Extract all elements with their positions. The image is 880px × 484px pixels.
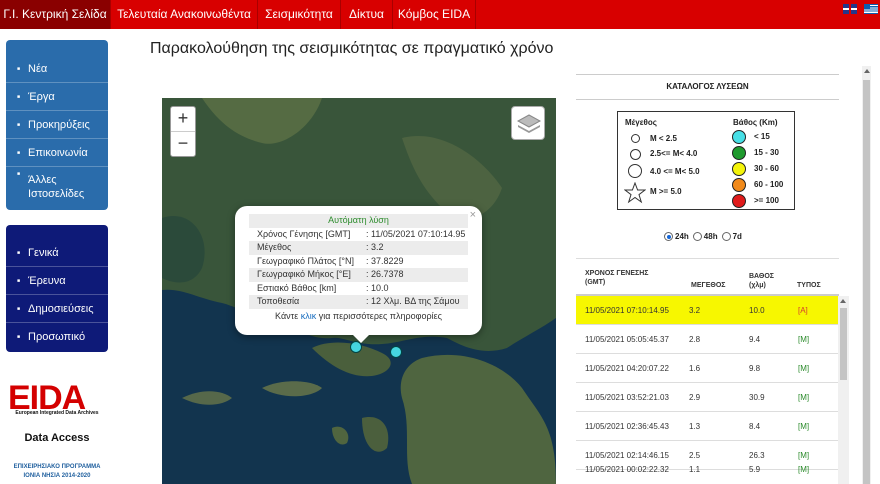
tab-seismicity[interactable]: Σεισμικότητα	[258, 0, 341, 29]
period-48h-radio[interactable]: 48h	[692, 232, 718, 241]
legend-mag-label: 4.0 <= M< 5.0	[650, 167, 700, 176]
table-row[interactable]: 11/05/2021 07:10:14.95 3.2 10.0 [A]	[576, 296, 838, 325]
tab-home[interactable]: Γ.Ι. Κεντρική Σελίδα	[0, 0, 111, 29]
magnitude-small-icon	[631, 134, 640, 143]
scroll-up-icon[interactable]	[840, 299, 846, 303]
legend-depth-label: < 15	[754, 132, 770, 141]
radio-button[interactable]	[721, 232, 731, 241]
table-row[interactable]: 11/05/2021 03:52:21.03 2.9 30.9 [M]	[576, 383, 838, 412]
radio-button[interactable]	[664, 232, 673, 241]
legend-depth-header: Βάθος (Km)	[733, 118, 778, 127]
tab-announcements[interactable]: Τελευταία Ανακοινωθέντα	[111, 0, 258, 29]
event-marker[interactable]	[390, 346, 402, 358]
zoom-out-button[interactable]: −	[171, 132, 195, 157]
popup-row: Χρόνος Γένησης [GMT]: 11/05/2021 07:10:1…	[257, 228, 466, 239]
header-type[interactable]: ΤΥΠΟΣ	[797, 281, 821, 290]
popup-row: Εστιακό Βάθος [km]: 10.0	[257, 282, 389, 293]
table-scrollbar[interactable]	[838, 296, 849, 484]
sidebar-item-publications[interactable]: Δημοσιεύσεις	[6, 295, 108, 323]
popup-click-link[interactable]: κλικ	[301, 311, 317, 321]
period-selector: 24h 48h 7d	[664, 232, 746, 241]
greek-flag-icon[interactable]	[864, 4, 878, 14]
popup-title: Αυτόματη λύση	[249, 214, 468, 228]
header-depth[interactable]: ΒΑΘΟΣ (χλμ)	[749, 272, 783, 290]
popup-row: Μέγεθος: 3.2	[249, 241, 468, 255]
catalog-table-header: ΧΡΟΝΟΣ ΓΕΝΕΣΗΣ (GMT) ΜΕΓΕΘΟΣ ΒΑΘΟΣ (χλμ)…	[576, 258, 839, 296]
data-access-link[interactable]: Data Access	[6, 432, 108, 444]
period-24h-radio[interactable]: 24h	[664, 232, 689, 241]
star-icon	[624, 182, 646, 204]
legend-depth-label: >= 100	[754, 196, 779, 205]
depth-color-icon	[732, 178, 746, 192]
legend-depth-label: 15 - 30	[754, 148, 779, 157]
eida-subtitle: European Integrated Data Archives	[15, 410, 99, 416]
popup-row: Γεωγραφικό Πλάτος [°N]: 37.8229	[257, 255, 404, 266]
header-origin-time[interactable]: ΧΡΟΝΟΣ ΓΕΝΕΣΗΣ (GMT)	[585, 269, 667, 287]
catalog-title: ΚΑΤΑΛΟΓΟΣ ΛΥΣΕΩΝ	[576, 74, 839, 100]
sidebar-item-general[interactable]: Γενικά	[6, 239, 108, 267]
top-navigation: Γ.Ι. Κεντρική Σελίδα Τελευταία Ανακοινωθ…	[0, 0, 880, 29]
sidebar-menu-primary: Νέα Έργα Προκηρύξεις Επικοινωνία Άλλες Ι…	[6, 40, 108, 210]
magnitude-medium-icon	[630, 149, 641, 160]
legend-depth-label: 30 - 60	[754, 164, 779, 173]
popup-row: Γεωγραφικό Μήκος [°E]: 26.7378	[249, 268, 468, 282]
legend-mag-label: 2.5<= M< 4.0	[650, 149, 698, 158]
sidebar-item-other-sites[interactable]: Άλλες Ιστοσελίδες	[6, 167, 108, 207]
sidebar-menu-secondary: Γενικά Έρευνα Δημοσιεύσεις Προσωπικό	[6, 225, 108, 352]
sidebar-item-research[interactable]: Έρευνα	[6, 267, 108, 295]
tab-networks[interactable]: Δίκτυα	[341, 0, 393, 29]
depth-color-icon	[732, 130, 746, 144]
sidebar-item-staff[interactable]: Προσωπικό	[6, 323, 108, 351]
popup-row: Τοποθεσία: 12 Χλμ. ΒΔ της Σάμου	[249, 295, 468, 309]
program-label: ΕΠΙΧΕΙΡΗΣΙΑΚΟ ΠΡΟΓΡΑΜΜΑ	[13, 464, 101, 470]
legend-depth-label: 60 - 100	[754, 180, 784, 189]
sidebar-item-news[interactable]: Νέα	[6, 55, 108, 83]
header-magnitude[interactable]: ΜΕΓΕΘΟΣ	[691, 281, 725, 290]
magnitude-large-icon	[628, 164, 642, 178]
zoom-control: + −	[170, 106, 196, 157]
table-row[interactable]: 11/05/2021 04:20:07.22 1.6 9.8 [M]	[576, 354, 838, 383]
legend-box: Μέγεθος Βάθος (Km) M < 2.5 2.5<= M< 4.0 …	[617, 111, 795, 210]
program-region: ΙΟΝΙΑ ΝΗΣΙΑ 2014-2020	[23, 473, 91, 479]
table-row[interactable]: 11/05/2021 02:36:45.43 1.3 8.4 [M]	[576, 412, 838, 441]
table-row[interactable]: 11/05/2021 05:05:45.37 2.8 9.4 [M]	[576, 325, 838, 354]
sidebar-item-calls[interactable]: Προκηρύξεις	[6, 111, 108, 139]
tab-eida-node[interactable]: Κόμβος EIDA	[393, 0, 476, 29]
table-scrollbar-thumb[interactable]	[840, 308, 847, 380]
period-7d-radio[interactable]: 7d	[721, 232, 742, 241]
page-scrollbar[interactable]	[862, 66, 871, 484]
page-title: Παρακολούθηση της σεισμικότητας σε πραγμ…	[150, 40, 554, 57]
legend-mag-label: M < 2.5	[650, 134, 677, 143]
sidebar-item-contact[interactable]: Επικοινωνία	[6, 139, 108, 167]
legend-mag-label: M >= 5.0	[650, 187, 682, 196]
page-scrollbar-thumb[interactable]	[863, 80, 870, 484]
layers-icon	[516, 114, 542, 133]
zoom-in-button[interactable]: +	[171, 107, 195, 132]
scroll-up-icon[interactable]	[863, 69, 870, 73]
seismicity-map[interactable]: + − × Αυτόματη λύση Χρόνος Γένησης [GMT]…	[162, 98, 556, 484]
sidebar-item-projects[interactable]: Έργα	[6, 83, 108, 111]
depth-color-icon	[732, 194, 746, 208]
depth-color-icon	[732, 146, 746, 160]
popup-close-button[interactable]: ×	[470, 209, 476, 221]
popup-tip	[353, 335, 369, 343]
legend-magnitude-header: Μέγεθος	[625, 118, 657, 127]
uk-flag-icon[interactable]	[843, 4, 857, 14]
layers-button[interactable]	[511, 106, 545, 140]
table-row[interactable]: 11/05/2021 00:02:22.32 1.1 5.9 [M]	[576, 455, 838, 484]
event-popup: × Αυτόματη λύση Χρόνος Γένησης [GMT]: 11…	[235, 206, 482, 343]
depth-color-icon	[732, 162, 746, 176]
popup-more-info: Κάντε κλικ για περισσότερες πληροφορίες	[275, 310, 442, 321]
radio-button[interactable]	[692, 232, 702, 241]
